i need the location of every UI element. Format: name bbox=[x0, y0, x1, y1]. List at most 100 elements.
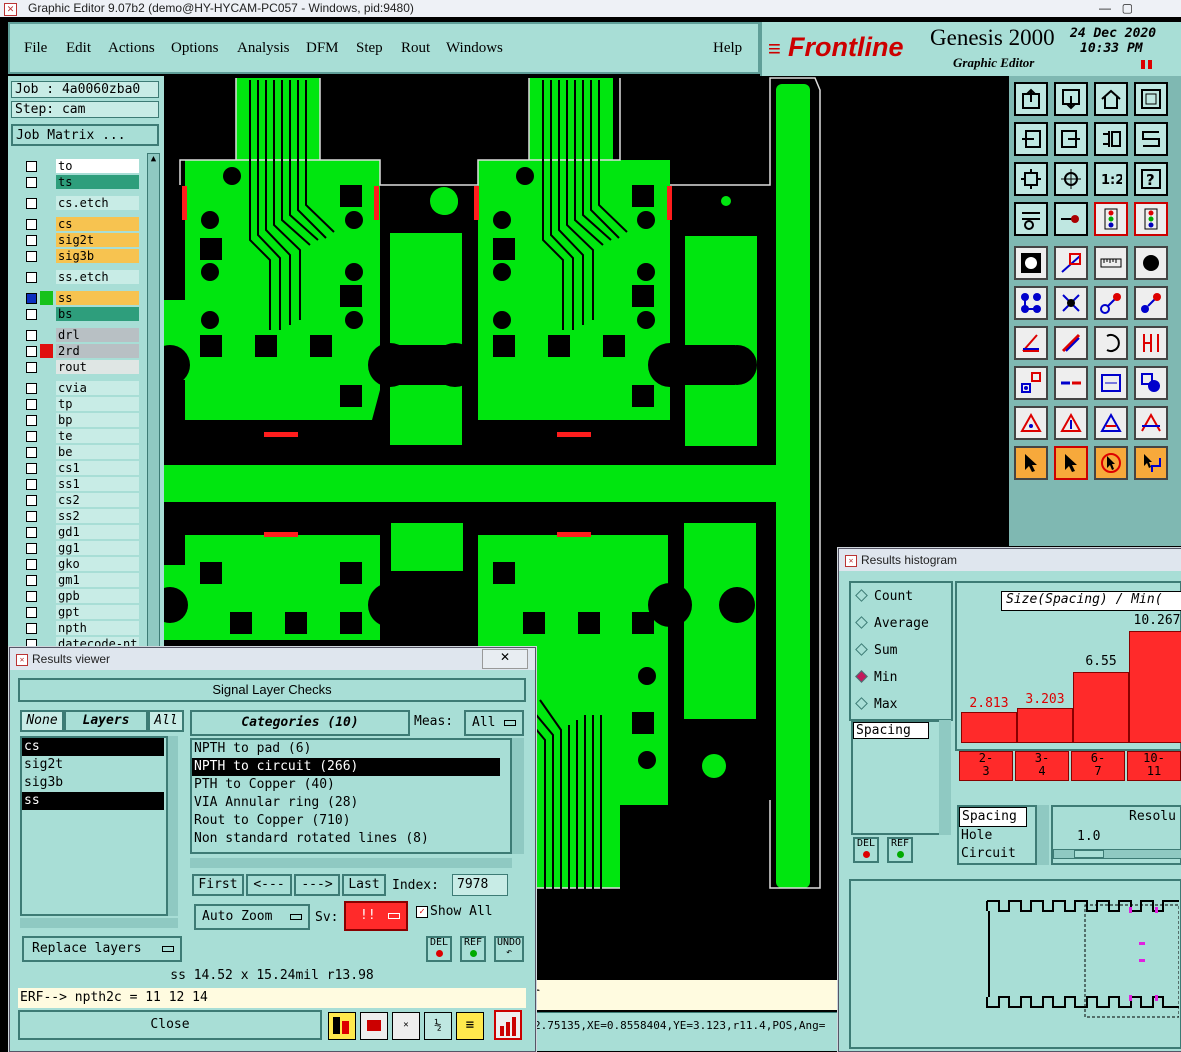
type-scrollbar[interactable] bbox=[939, 720, 951, 835]
layer-row-bp[interactable]: bp bbox=[22, 413, 139, 427]
layer-row-cs2[interactable]: cs2 bbox=[22, 493, 139, 507]
measure-type-item[interactable]: Spacing bbox=[959, 807, 1027, 827]
layer-checkbox[interactable] bbox=[26, 543, 37, 554]
scale-1-2-icon[interactable]: 1:2 bbox=[1094, 162, 1128, 196]
next-button[interactable]: ---> bbox=[294, 874, 340, 896]
angle-icon[interactable] bbox=[1014, 326, 1048, 360]
layer-name[interactable]: gm1 bbox=[56, 573, 139, 587]
category-item[interactable]: Non standard rotated lines (8) bbox=[192, 830, 500, 848]
bug-icon[interactable] bbox=[360, 1012, 388, 1040]
layer-color-swatch[interactable] bbox=[40, 557, 53, 571]
show-all-checkbox[interactable]: ✓ bbox=[416, 906, 428, 918]
ref-button[interactable]: REF bbox=[460, 936, 486, 962]
layer-color-swatch[interactable] bbox=[40, 249, 53, 263]
layer-name[interactable]: bs bbox=[56, 307, 139, 321]
layer-checkbox[interactable] bbox=[26, 575, 37, 586]
menu-dfm[interactable]: DFM bbox=[306, 40, 339, 57]
severity-dropdown[interactable]: !! bbox=[344, 901, 408, 931]
pointer-icon[interactable] bbox=[1014, 446, 1048, 480]
layer-color-swatch[interactable] bbox=[40, 493, 53, 507]
option-sum[interactable]: Sum bbox=[855, 643, 897, 658]
triangle-up-icon[interactable] bbox=[1054, 406, 1088, 440]
menu-file[interactable]: File bbox=[24, 40, 47, 57]
option-max[interactable]: Max bbox=[855, 697, 897, 712]
layer-right-icon[interactable] bbox=[1054, 122, 1088, 156]
option-min[interactable]: Min bbox=[855, 670, 897, 685]
menu-step[interactable]: Step bbox=[356, 40, 383, 57]
layer-checkbox[interactable] bbox=[26, 161, 37, 172]
traffic-icon[interactable] bbox=[328, 1012, 356, 1040]
layer-row-ss1[interactable]: ss1 bbox=[22, 477, 139, 491]
layer-row-cvia[interactable]: cvia bbox=[22, 381, 139, 395]
histogram-bar[interactable] bbox=[961, 712, 1017, 743]
layer-row-drl[interactable]: drl bbox=[22, 328, 139, 342]
layer-name[interactable]: sig2t bbox=[56, 233, 139, 247]
layer-color-swatch[interactable] bbox=[40, 509, 53, 523]
layer-name[interactable]: cs bbox=[56, 217, 139, 231]
type-item[interactable]: Spacing bbox=[853, 722, 929, 739]
layer-row-gpb[interactable]: gpb bbox=[22, 589, 139, 603]
layer-name[interactable]: cvia bbox=[56, 381, 139, 395]
layer-scrollbar[interactable]: ▲ bbox=[147, 153, 160, 653]
triangle-blue-icon[interactable] bbox=[1094, 406, 1128, 440]
layer-checkbox[interactable] bbox=[26, 479, 37, 490]
shapes-icon[interactable] bbox=[1134, 366, 1168, 400]
layer-color-swatch[interactable] bbox=[40, 621, 53, 635]
move-pad-icon[interactable] bbox=[1014, 366, 1048, 400]
arc-icon[interactable] bbox=[1094, 326, 1128, 360]
layer-color-swatch[interactable] bbox=[40, 413, 53, 427]
triangle-width-icon[interactable] bbox=[1134, 406, 1168, 440]
layer-checkbox[interactable] bbox=[26, 415, 37, 426]
line-pad-icon[interactable] bbox=[1054, 246, 1088, 280]
histogram-icon[interactable] bbox=[494, 1010, 522, 1040]
scroll-up-icon[interactable]: ▲ bbox=[148, 154, 159, 166]
link-red-icon[interactable] bbox=[1094, 286, 1128, 320]
histogram-bar[interactable] bbox=[1073, 672, 1129, 743]
layer-color-swatch[interactable] bbox=[40, 328, 53, 342]
layer-color-swatch[interactable] bbox=[40, 573, 53, 587]
layer-checkbox[interactable] bbox=[26, 607, 37, 618]
layer-color-swatch[interactable] bbox=[40, 461, 53, 475]
result-layer-item[interactable]: sig3b bbox=[22, 774, 164, 792]
layers-tab[interactable]: Layers bbox=[64, 710, 148, 732]
traffic-light-2-icon[interactable] bbox=[1134, 202, 1168, 236]
layer-row-bs[interactable]: bs bbox=[22, 307, 139, 321]
help-icon[interactable]: ? bbox=[1134, 162, 1168, 196]
layer-checkbox[interactable] bbox=[26, 198, 37, 209]
layer-name[interactable]: be bbox=[56, 445, 139, 459]
replace-layers-dropdown[interactable]: Replace layers bbox=[22, 936, 182, 962]
triangle-icon[interactable] bbox=[1014, 406, 1048, 440]
menu-edit[interactable]: Edit bbox=[66, 40, 91, 57]
layer-checkbox[interactable] bbox=[26, 463, 37, 474]
layer-down-icon[interactable] bbox=[1054, 82, 1088, 116]
layer-checkbox[interactable] bbox=[26, 431, 37, 442]
layer-checkbox[interactable] bbox=[26, 362, 37, 373]
layer-row-cs[interactable]: cs bbox=[22, 217, 139, 231]
layer-checkbox[interactable] bbox=[26, 219, 37, 230]
menu-help[interactable]: Help bbox=[713, 40, 742, 57]
option-count[interactable]: Count bbox=[855, 589, 913, 604]
layer-color-swatch[interactable] bbox=[40, 360, 53, 374]
category-item[interactable]: PTH to Copper (40) bbox=[192, 776, 500, 794]
layer-color-swatch[interactable] bbox=[40, 344, 53, 358]
spacing-scrollbar[interactable] bbox=[1037, 805, 1049, 865]
layer-name[interactable]: cs2 bbox=[56, 493, 139, 507]
layer-row-ss-etch[interactable]: ss.etch bbox=[22, 270, 139, 284]
layer-name[interactable]: drl bbox=[56, 328, 139, 342]
link-blue-icon[interactable] bbox=[1134, 286, 1168, 320]
layer-checkbox[interactable] bbox=[26, 527, 37, 538]
result-layer-item[interactable]: sig2t bbox=[22, 756, 164, 774]
resolution-slider[interactable] bbox=[1053, 849, 1181, 859]
layer-up-icon[interactable] bbox=[1014, 82, 1048, 116]
auto-zoom-dropdown[interactable]: Auto Zoom bbox=[194, 904, 310, 930]
layer-checkbox[interactable] bbox=[26, 346, 37, 357]
pointer-net-icon[interactable] bbox=[1134, 446, 1168, 480]
radio-icon[interactable] bbox=[855, 697, 868, 710]
layer-row-tp[interactable]: tp bbox=[22, 397, 139, 411]
category-item[interactable]: NPTH to pad (6) bbox=[192, 740, 500, 758]
window-icon[interactable] bbox=[1134, 82, 1168, 116]
layer-color-swatch[interactable] bbox=[40, 381, 53, 395]
prev-button[interactable]: <--- bbox=[246, 874, 292, 896]
menu-options[interactable]: Options bbox=[171, 40, 219, 57]
layer-checkbox[interactable] bbox=[26, 383, 37, 394]
